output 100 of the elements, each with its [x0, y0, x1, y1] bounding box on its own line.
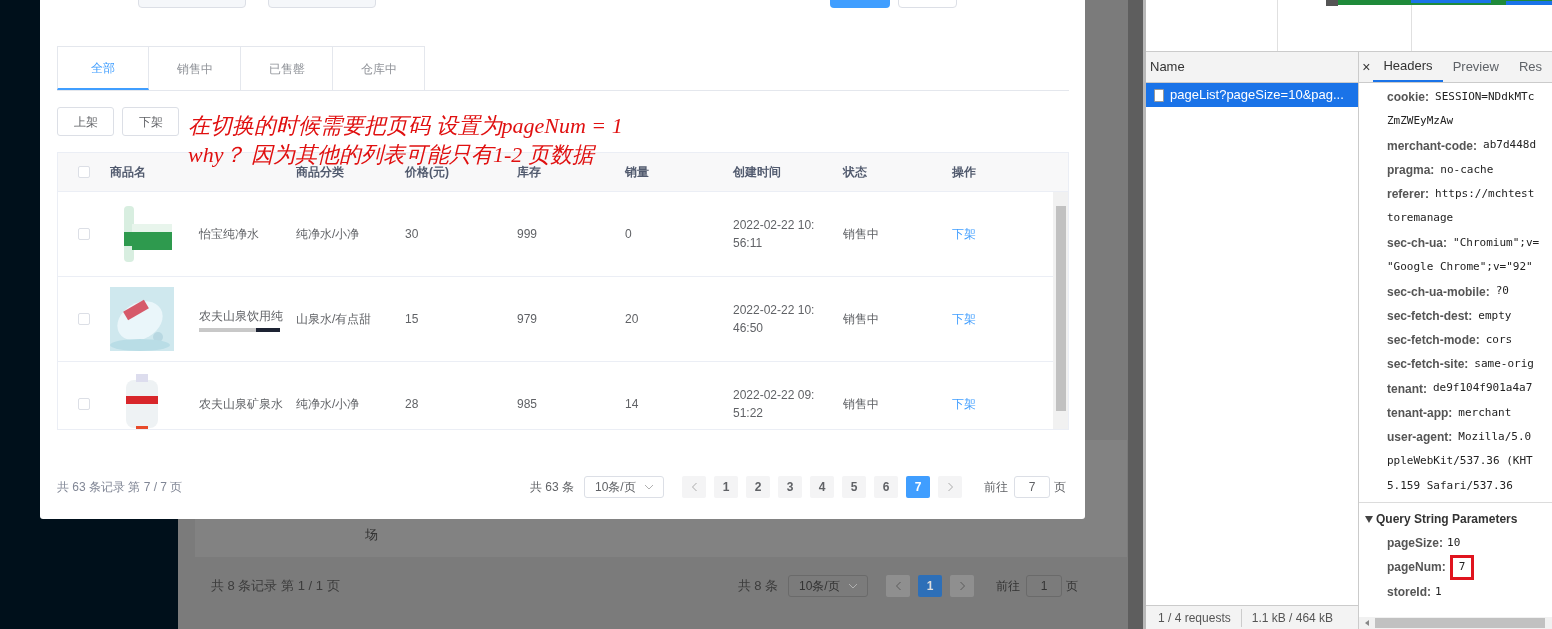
- header-name: sec-fetch-mode:: [1387, 332, 1480, 350]
- previous-page-icon: [691, 483, 697, 491]
- section-title[interactable]: Query String Parameters: [1376, 510, 1518, 529]
- scrollbar-thumb[interactable]: [1375, 618, 1545, 628]
- table-cell: 15: [405, 312, 419, 326]
- previous-page-icon: [895, 582, 901, 590]
- page-input[interactable]: 7: [1014, 476, 1050, 498]
- action-link[interactable]: 下架: [952, 397, 976, 411]
- checkbox[interactable]: [78, 398, 90, 410]
- param-name: pageSize:: [1387, 535, 1443, 553]
- table-cell: 30: [405, 227, 419, 241]
- text-fragment: 场: [365, 527, 378, 542]
- param-value: 7: [1449, 555, 1475, 580]
- next-page-button[interactable]: [938, 476, 962, 498]
- scrollbar[interactable]: [1053, 192, 1068, 429]
- header-value: empty: [1478, 307, 1512, 324]
- table-cell: 纯净水/小净: [296, 397, 360, 411]
- scroll-left-icon[interactable]: [1365, 620, 1369, 626]
- header-name: cookie:: [1387, 89, 1429, 107]
- page-size-select[interactable]: 10条/页: [788, 575, 868, 597]
- header-value: merchant: [1458, 404, 1512, 421]
- column-header: 销量: [625, 165, 649, 179]
- file-icon: [1154, 88, 1164, 102]
- table-cell-text: 2022-02-22 10:46:50: [733, 302, 816, 337]
- caret-icon: [849, 583, 857, 589]
- header-name: sec-ch-ua:: [1387, 234, 1448, 252]
- page-button[interactable]: 3: [778, 476, 802, 498]
- table-cell: 999: [517, 227, 538, 241]
- table-cell: 销售中: [843, 227, 879, 241]
- tab[interactable]: Preview: [1442, 52, 1509, 82]
- page-size-select[interactable]: 10条/页: [584, 476, 664, 498]
- collapse-triangle-icon[interactable]: [1365, 515, 1373, 523]
- header-value: cors: [1485, 331, 1513, 348]
- record-summary: 共 63 条记录 第 7 / 7 页: [57, 479, 183, 496]
- header-value: no-cache: [1440, 161, 1494, 178]
- tab[interactable]: 销售中: [149, 46, 241, 90]
- product-name: 怡宝纯净水: [199, 226, 260, 243]
- action-link[interactable]: 下架: [952, 227, 976, 241]
- previous-page-button[interactable]: [682, 476, 706, 498]
- annotation-text: 在切换的时候需要把页码 设置为pageNum = 1: [188, 112, 623, 140]
- header-value: toremanage: [1387, 210, 1454, 227]
- scrollbar[interactable]: [1128, 0, 1143, 629]
- close-button[interactable]: ×: [1359, 52, 1374, 82]
- action-button[interactable]: 上架: [57, 107, 114, 136]
- page-button[interactable]: 2: [746, 476, 770, 498]
- page-button[interactable]: 6: [874, 476, 898, 498]
- header-name: pragma:: [1387, 162, 1435, 180]
- tab[interactable]: 已售罄: [241, 46, 333, 90]
- header-name: referer:: [1387, 186, 1430, 204]
- table-cell: 纯净水/小净: [296, 227, 360, 241]
- column-header: 商品名: [110, 165, 146, 179]
- checkbox[interactable]: [78, 313, 90, 325]
- column-header: 操作: [952, 165, 976, 179]
- header-name: merchant-code:: [1387, 137, 1478, 155]
- table-cell: 0: [625, 227, 632, 241]
- header-value: "Chromium";v=: [1453, 234, 1540, 251]
- page-button[interactable]: 4: [810, 476, 834, 498]
- action-button[interactable]: 下架: [122, 107, 179, 136]
- param-name: storeId:: [1387, 583, 1431, 601]
- transfer-size: 1.1 kB / 464 kB: [1250, 609, 1334, 627]
- header-name: tenant-app:: [1387, 405, 1453, 422]
- tab[interactable]: 仓库中: [333, 46, 425, 90]
- table-cell-text: 2022-02-22 09:51:22: [733, 387, 816, 422]
- param-name: pageNum:: [1387, 559, 1446, 577]
- column-header: 创建时间: [733, 165, 781, 179]
- header-value: ?0: [1495, 283, 1509, 300]
- tab[interactable]: Headers: [1373, 52, 1443, 82]
- header-value: same-orig: [1474, 356, 1534, 373]
- next-page-icon: [947, 483, 953, 491]
- request-row[interactable]: pageList?pageSize=10&pag...: [1146, 83, 1358, 107]
- checkbox[interactable]: [78, 166, 90, 178]
- previous-page-button[interactable]: [886, 575, 910, 597]
- header-value: "Google Chrome";v="92": [1387, 258, 1533, 275]
- column-header: 价格(元): [405, 165, 449, 179]
- next-page-icon: [959, 582, 965, 590]
- param-value: 10: [1447, 534, 1461, 551]
- page-button[interactable]: 5: [842, 476, 866, 498]
- annotation-text: why？ 因为其他的列表可能只有1-2 页数据: [188, 141, 597, 167]
- table-cell: 销售中: [843, 397, 879, 411]
- page-input[interactable]: 1: [1026, 575, 1062, 597]
- scrollbar-thumb[interactable]: [1055, 206, 1066, 411]
- page-button[interactable]: 1: [918, 575, 942, 597]
- checkbox[interactable]: [78, 228, 90, 240]
- page-button[interactable]: 1: [714, 476, 738, 498]
- caret-icon: [645, 484, 653, 490]
- goto-label: 前往: [996, 578, 1020, 595]
- header-value: de9f104f901a4a7: [1433, 380, 1533, 397]
- table-cell: 销售中: [843, 312, 879, 326]
- action-link[interactable]: 下架: [952, 312, 976, 326]
- tab[interactable]: 全部: [57, 46, 149, 90]
- header-name: sec-fetch-dest:: [1387, 307, 1473, 325]
- next-page-button[interactable]: [950, 575, 974, 597]
- cell-scrollbar[interactable]: [199, 327, 280, 332]
- column-header[interactable]: Name: [1146, 52, 1358, 83]
- column-header: 商品分类: [296, 165, 344, 179]
- header-name: sec-ch-ua-mobile:: [1387, 283, 1490, 301]
- page-unit-label: 页: [1066, 578, 1078, 595]
- header-value: SESSION=NDdkMTc: [1435, 88, 1535, 105]
- header-value: 5.159 Safari/537.36: [1387, 477, 1513, 494]
- tab[interactable]: Res: [1508, 52, 1552, 82]
